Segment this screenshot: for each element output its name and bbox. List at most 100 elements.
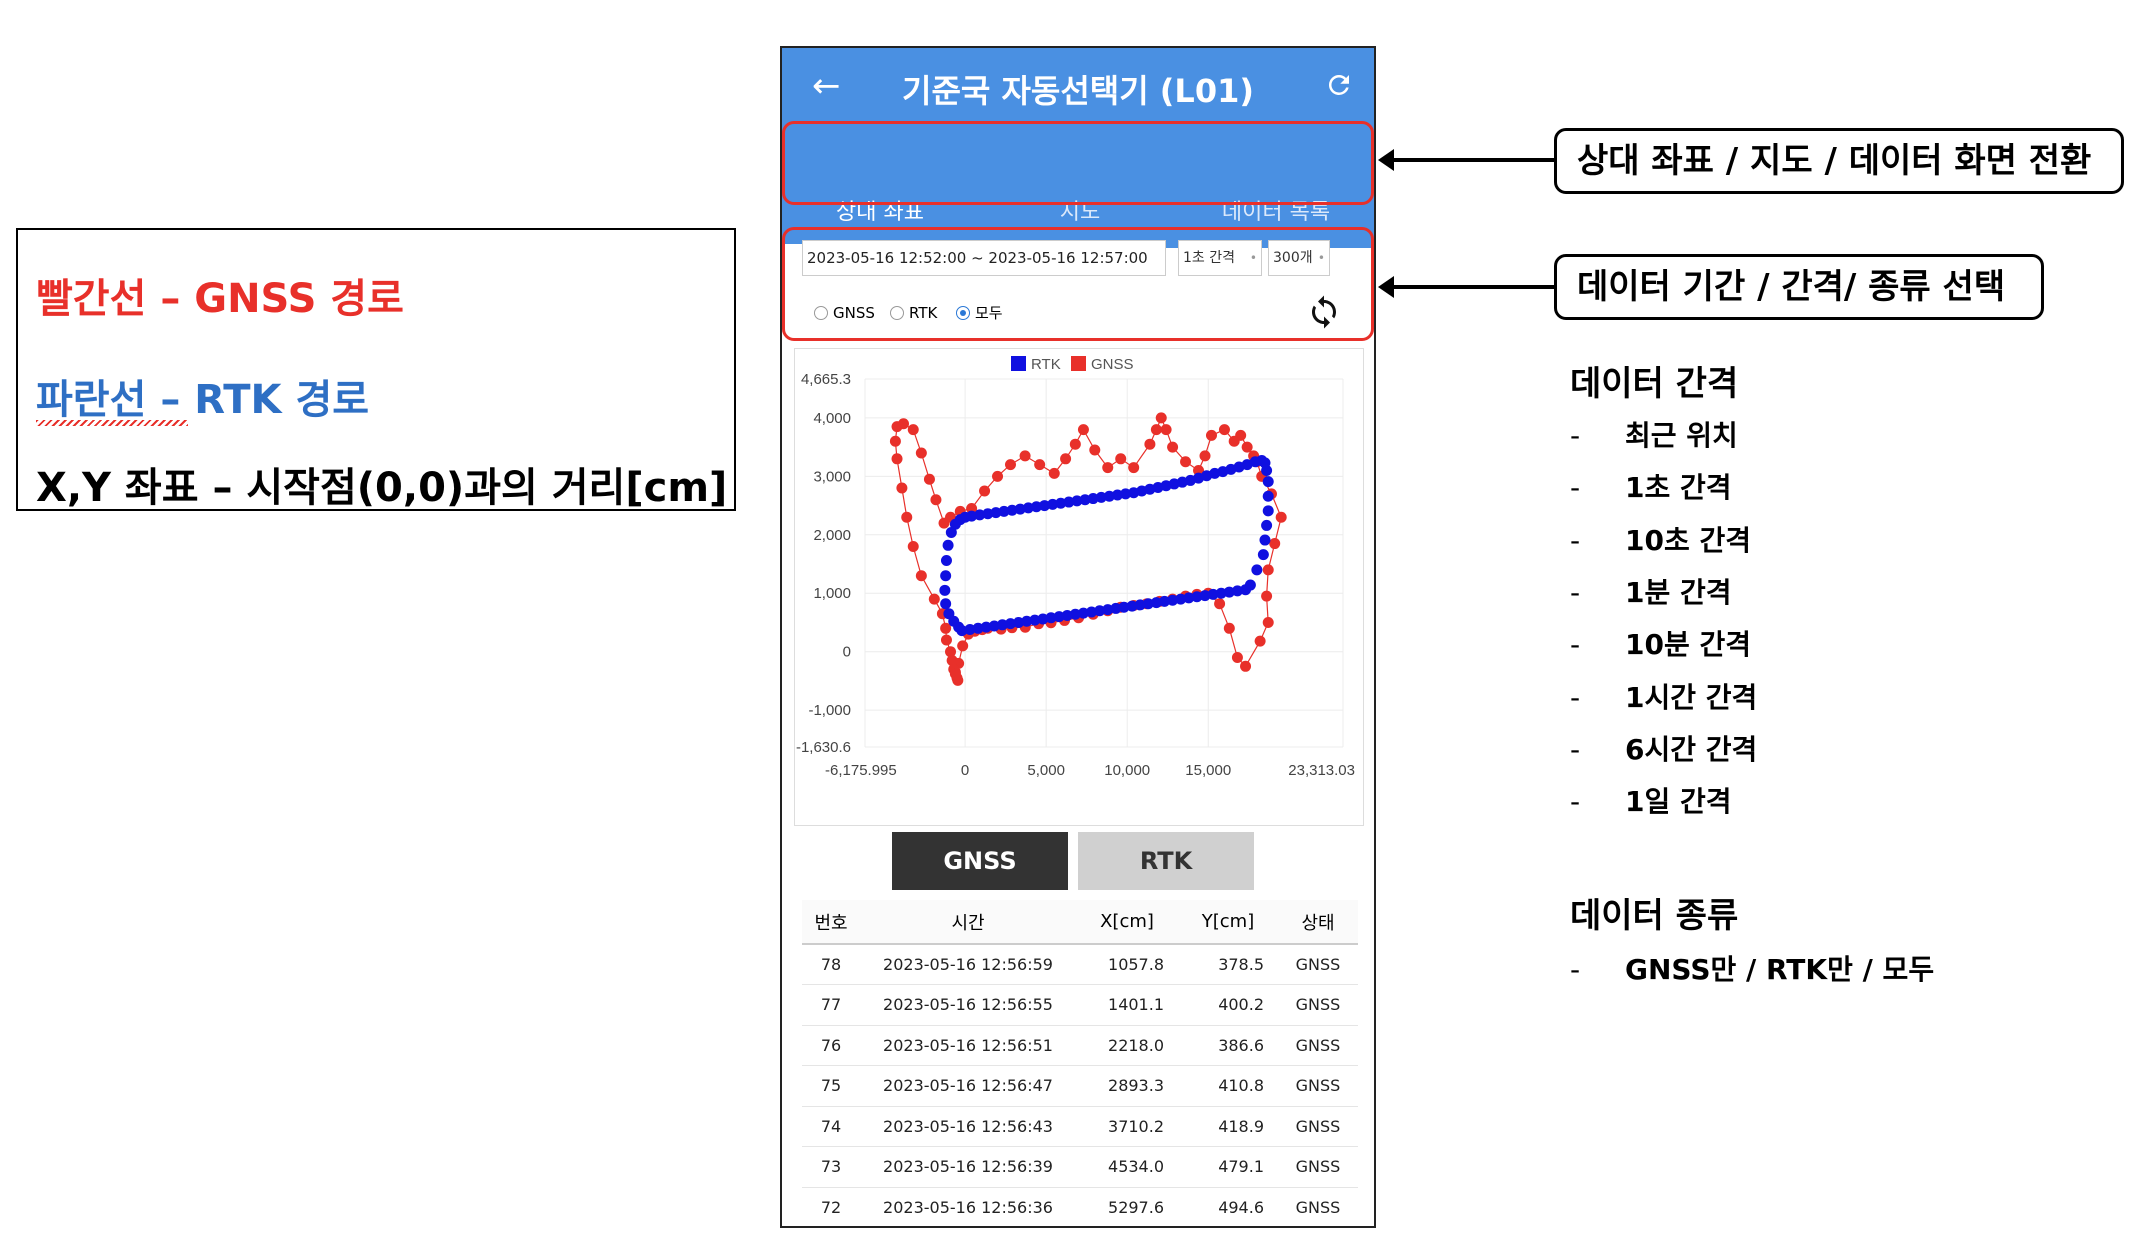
type-section-title: 데이터 종류 bbox=[1570, 896, 1739, 936]
phone-screen: ← 기준국 자동선택기 (L01) 상대 좌표 지도 데이터 목록 2023-0… bbox=[780, 46, 1376, 1228]
rtk-point bbox=[1261, 519, 1273, 531]
table-row[interactable]: 77 2023-05-16 12:56:55 1401.1 400.2 GNSS bbox=[802, 984, 1358, 1026]
gnss-toggle-button[interactable]: GNSS bbox=[892, 832, 1068, 890]
col-number: 번호 bbox=[802, 900, 860, 945]
table-row[interactable]: 74 2023-05-16 12:56:43 3710.2 418.9 GNSS bbox=[802, 1106, 1358, 1147]
interval-item: - 1분 간격 bbox=[1570, 571, 1732, 611]
rtk-point bbox=[945, 526, 957, 538]
gnss-point bbox=[928, 593, 940, 605]
app-title: 기준국 자동선택기 (L01) bbox=[902, 72, 1254, 110]
gnss-point bbox=[907, 540, 919, 552]
rtk-toggle-button[interactable]: RTK bbox=[1078, 832, 1254, 890]
col-status: 상태 bbox=[1278, 900, 1358, 945]
table-cell-x: 4534.0 bbox=[1076, 1146, 1178, 1188]
gnss-point bbox=[1069, 438, 1081, 450]
tabs-annotation: 상대 좌표 / 지도 / 데이터 화면 전환 bbox=[1554, 128, 2124, 194]
interval-section-title: 데이터 간격 bbox=[1570, 364, 1739, 404]
table-row[interactable]: 712023-05-16 12:56:326131.3534.9GNSS bbox=[802, 1228, 1358, 1229]
gnss-point bbox=[930, 494, 942, 506]
gnss-point bbox=[915, 570, 927, 582]
gnss-point bbox=[1228, 435, 1240, 447]
rtk-point bbox=[1257, 549, 1269, 561]
table-cell-status: GNSS bbox=[1278, 1228, 1358, 1229]
table-cell-x: 3710.2 bbox=[1076, 1106, 1178, 1147]
gnss-point bbox=[901, 511, 913, 523]
gnss-point bbox=[1115, 453, 1127, 465]
gnss-point bbox=[891, 421, 903, 433]
gnss-point bbox=[1205, 429, 1217, 441]
refresh-icon[interactable] bbox=[1324, 70, 1354, 104]
table-row[interactable]: 73 2023-05-16 12:56:39 4534.0 479.1 GNSS bbox=[802, 1146, 1358, 1188]
table-cell-y: 386.6 bbox=[1178, 1025, 1278, 1066]
legend-box: 빨간선 – GNSS 경로 파란선 – RTK 경로 X,Y 좌표 – 시작점(… bbox=[16, 228, 736, 511]
table-cell-time: 2023-05-16 12:56:59 bbox=[860, 944, 1076, 985]
gnss-point bbox=[952, 674, 964, 686]
relative-coords-chart: 4,665.3 4,000 3,000 2,000 1,000 0 -1,000 -1,630… bbox=[794, 348, 1364, 826]
gnss-point bbox=[1060, 453, 1072, 465]
gnss-path-line bbox=[894, 416, 1282, 681]
list-dash: - bbox=[1570, 628, 1581, 662]
rtk-point bbox=[942, 539, 954, 551]
list-dash: - bbox=[1570, 732, 1581, 766]
interval-item: - 10분 간격 bbox=[1570, 623, 1751, 663]
x-tick-label: 5,000 bbox=[1027, 762, 1065, 779]
table-cell-y: 479.1 bbox=[1178, 1146, 1278, 1188]
interval-item: - 1시간 간격 bbox=[1570, 676, 1757, 716]
gnss-point bbox=[940, 634, 952, 646]
tabs-callout bbox=[782, 121, 1374, 205]
gnss-point bbox=[1218, 424, 1230, 436]
gnss-point bbox=[896, 482, 908, 494]
rtk-point bbox=[1244, 579, 1256, 591]
rtk-point bbox=[939, 584, 951, 596]
gnss-point bbox=[1150, 424, 1162, 436]
interval-item: - 1초 간격 bbox=[1570, 466, 1732, 506]
table-row[interactable]: 76 2023-05-16 12:56:51 2218.0 386.6 GNSS bbox=[802, 1025, 1358, 1066]
y-tick-label: 4,665.3 bbox=[801, 371, 851, 388]
gnss-point bbox=[1048, 467, 1060, 479]
col-time: 시간 bbox=[860, 900, 1076, 945]
list-dash: - bbox=[1570, 953, 1581, 986]
table-cell-num: 73 bbox=[802, 1146, 860, 1188]
data-table: 번호 시간 X[cm] Y[cm] 상태 78 2023-05-16 12:56:… bbox=[802, 900, 1358, 1229]
gnss-point bbox=[1262, 564, 1274, 576]
gnss-point bbox=[1214, 598, 1226, 610]
gnss-point bbox=[1261, 590, 1273, 602]
interval-item-label: 최근 위치 bbox=[1625, 419, 1738, 452]
table-row[interactable]: 78 2023-05-16 12:56:59 1057.8 378.5 GNSS bbox=[802, 944, 1358, 985]
table-cell-y: 400.2 bbox=[1178, 984, 1278, 1026]
legend-gnss-label: GNSS bbox=[1091, 356, 1134, 373]
rtk-point bbox=[940, 555, 952, 567]
table-cell-y: 378.5 bbox=[1178, 944, 1278, 985]
filter-annotation: 데이터 기간 / 간격/ 종류 선택 bbox=[1554, 254, 2044, 320]
list-dash: - bbox=[1570, 785, 1581, 819]
x-tick-label: 15,000 bbox=[1185, 762, 1231, 779]
gnss-point bbox=[1269, 538, 1281, 550]
interval-item-label: 1일 간격 bbox=[1625, 785, 1732, 819]
table-cell-status: GNSS bbox=[1278, 1065, 1358, 1107]
table-cell-time: 2023-05-16 12:56:32 bbox=[860, 1228, 1076, 1229]
x-tick-label: 10,000 bbox=[1104, 762, 1150, 779]
gnss-point bbox=[1034, 459, 1046, 471]
y-tick-label: -1,630.6 bbox=[796, 739, 851, 756]
gnss-point bbox=[1155, 412, 1167, 424]
gnss-point bbox=[1019, 450, 1031, 462]
table-cell-time: 2023-05-16 12:56:36 bbox=[860, 1187, 1076, 1226]
table-cell-status: GNSS bbox=[1278, 944, 1358, 985]
y-tick-label: 1,000 bbox=[813, 585, 851, 602]
interval-item-label: 1시간 간격 bbox=[1625, 680, 1758, 714]
table-row[interactable]: 75 2023-05-16 12:56:47 2893.3 410.8 GNSS bbox=[802, 1065, 1358, 1107]
list-dash: - bbox=[1570, 419, 1581, 452]
table-row[interactable]: 72 2023-05-16 12:56:36 5297.6 494.6 GNSS bbox=[802, 1187, 1358, 1226]
rtk-point bbox=[940, 570, 952, 582]
gnss-point bbox=[1199, 450, 1211, 462]
interval-item: - 1일 간격 bbox=[1570, 780, 1732, 820]
col-y: Y[cm] bbox=[1178, 900, 1278, 945]
y-tick-label: 3,000 bbox=[813, 468, 851, 485]
table-cell-status: GNSS bbox=[1278, 1146, 1358, 1188]
table-cell-status: GNSS bbox=[1278, 984, 1358, 1026]
col-x: X[cm] bbox=[1076, 900, 1178, 945]
x-tick-label: 23,313.03 bbox=[1288, 762, 1355, 779]
y-tick-label: 2,000 bbox=[813, 527, 851, 544]
table-cell-x: 5297.6 bbox=[1076, 1187, 1178, 1226]
table-cell-y: 410.8 bbox=[1178, 1065, 1278, 1107]
